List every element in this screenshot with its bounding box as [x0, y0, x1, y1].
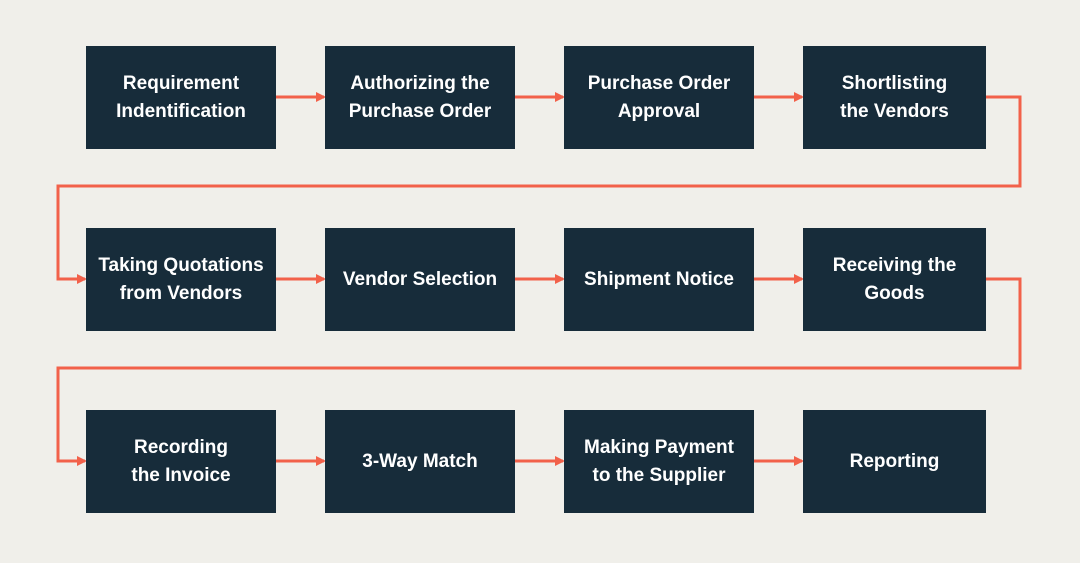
step-box: Taking Quotations from Vendors [86, 228, 276, 331]
step-box: Shipment Notice [564, 228, 754, 331]
step-box: Recording the Invoice [86, 410, 276, 513]
step-box: Receiving the Goods [803, 228, 986, 331]
step-box: Making Payment to the Supplier [564, 410, 754, 513]
step-box: Reporting [803, 410, 986, 513]
step-box: Requirement Indentification [86, 46, 276, 149]
step-box: Authorizing the Purchase Order [325, 46, 515, 149]
step-box: Shortlisting the Vendors [803, 46, 986, 149]
step-box: Purchase Order Approval [564, 46, 754, 149]
step-box: 3-Way Match [325, 410, 515, 513]
step-box: Vendor Selection [325, 228, 515, 331]
